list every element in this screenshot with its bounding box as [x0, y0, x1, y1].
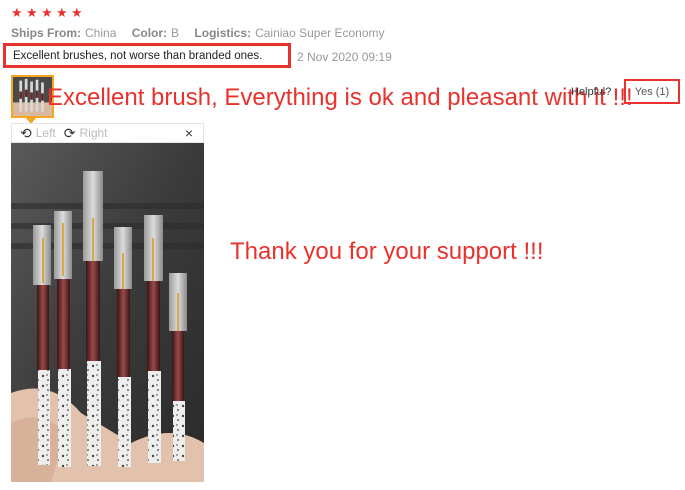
- rating-stars: ★ ★ ★ ★ ★: [11, 6, 84, 19]
- ships-from-label: Ships From:: [11, 26, 82, 40]
- rotate-left-button[interactable]: ⟲ Left: [20, 125, 56, 142]
- helpful-label: Helpful?: [571, 86, 612, 98]
- order-meta: Ships From: China Color: B Logistics: Caini…: [11, 26, 396, 40]
- star-icon: ★: [56, 5, 68, 20]
- review-date: 2 Nov 2020 09:19: [297, 50, 392, 64]
- rotate-right-label: Right: [79, 126, 108, 140]
- star-icon: ★: [71, 5, 83, 20]
- rotate-right-button[interactable]: ⟳ Right: [64, 125, 108, 142]
- logistics-value: Cainiao Super Economy: [255, 26, 385, 40]
- photo-viewer-toolbar: ⟲ Left ⟳ Right ×: [11, 123, 204, 143]
- buyer-annotation: Excellent brush, Everything is ok and pl…: [47, 84, 633, 111]
- helpful-yes-button[interactable]: Yes (1): [624, 79, 680, 104]
- ships-from-value: China: [85, 26, 117, 40]
- seller-annotation: Thank you for your support !!!: [230, 238, 544, 265]
- brushes-photo-image: [11, 143, 204, 482]
- star-icon: ★: [26, 5, 38, 20]
- color-value: B: [171, 26, 180, 40]
- star-icon: ★: [41, 5, 53, 20]
- review-text: Excellent brushes, not worse than brande…: [3, 43, 291, 68]
- star-icon: ★: [11, 5, 23, 20]
- review-photo-large: [11, 143, 204, 482]
- color-label: Color:: [131, 26, 168, 40]
- rotate-right-icon: ⟳: [63, 124, 76, 141]
- close-icon[interactable]: ×: [185, 125, 193, 141]
- rotate-left-icon: ⟲: [20, 124, 32, 141]
- rotate-left-label: Left: [35, 126, 56, 140]
- logistics-label: Logistics:: [194, 26, 252, 40]
